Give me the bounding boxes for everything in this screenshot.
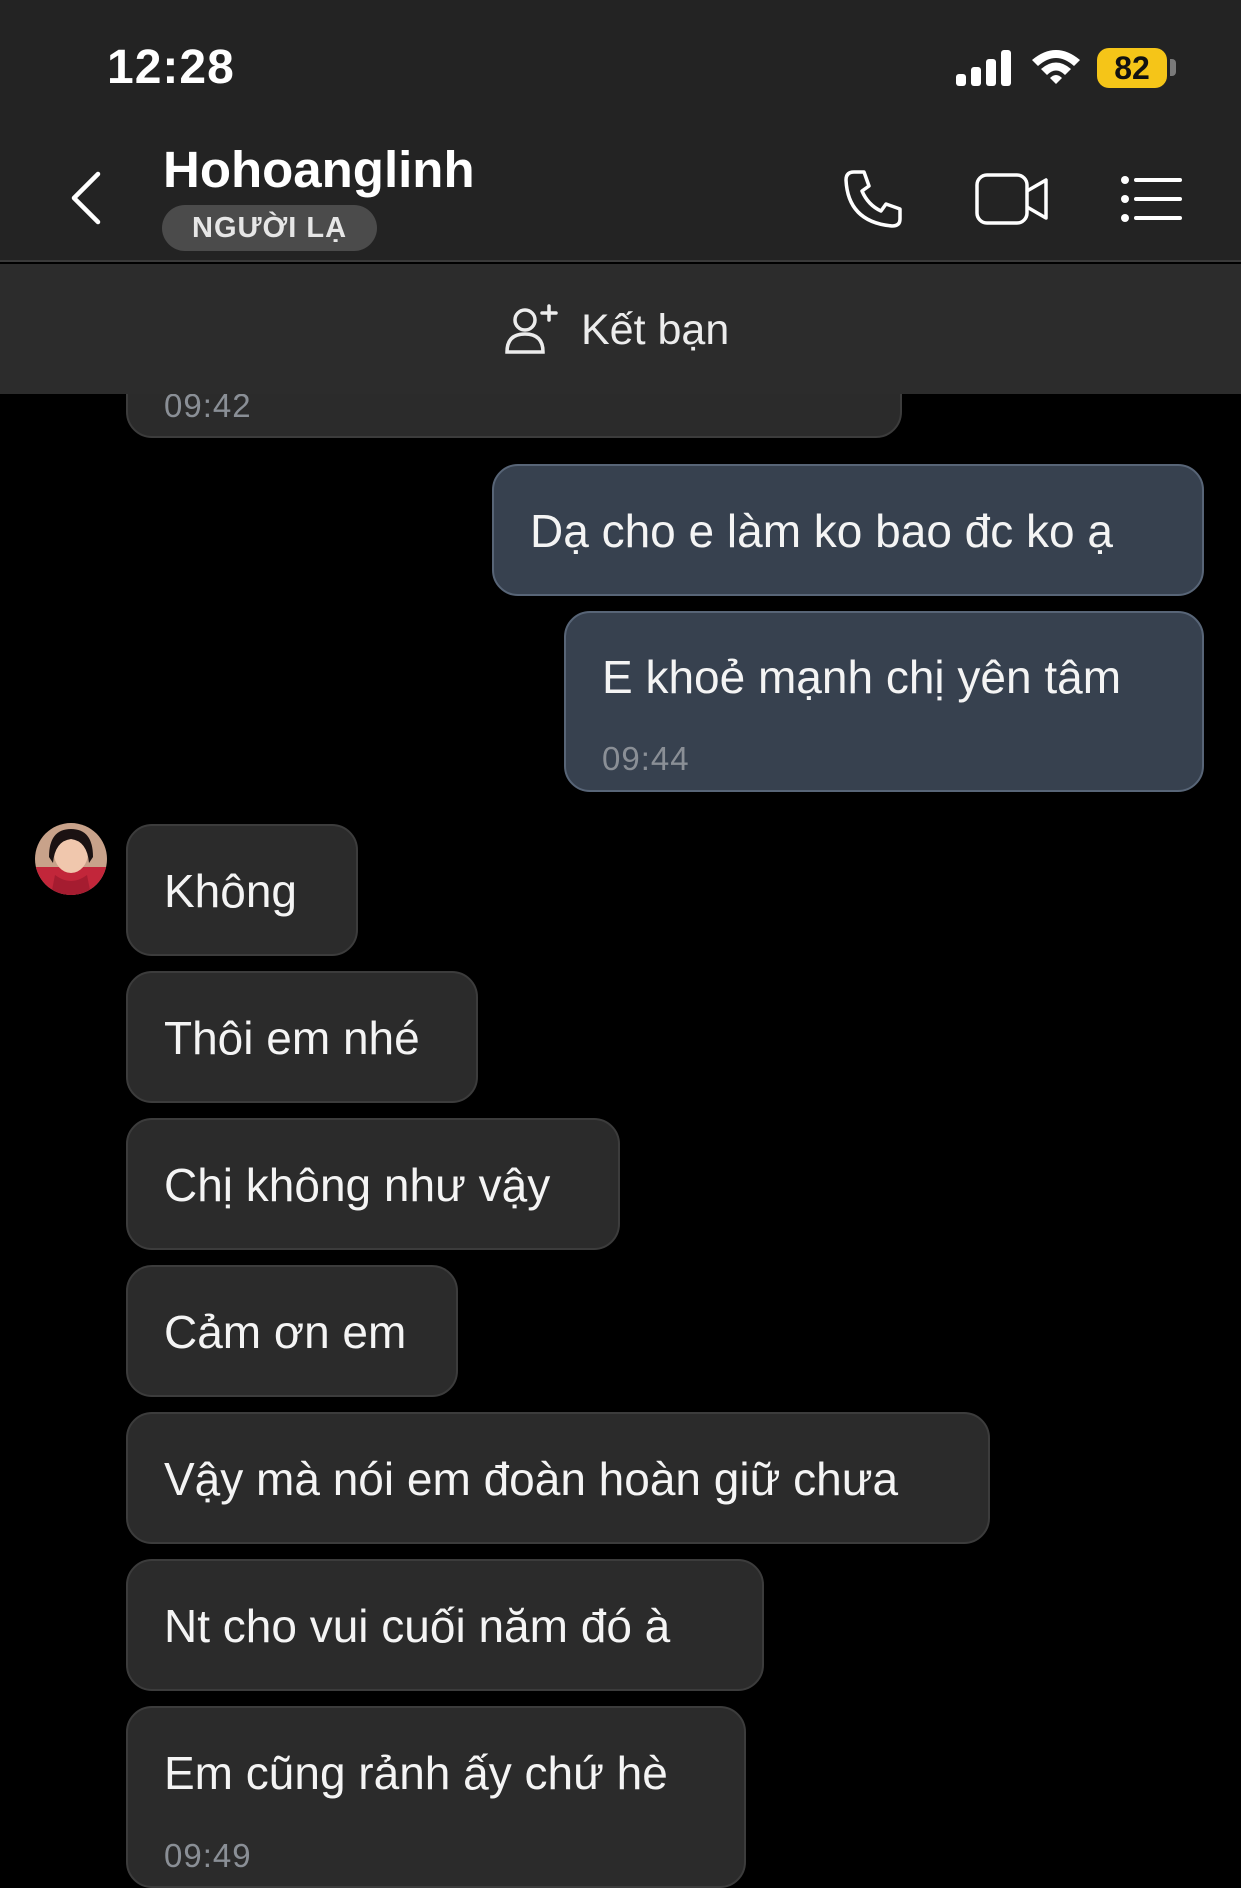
chat-header: 12:28 82 Hohoanglinh NGƯỜI LẠ <box>0 0 1241 262</box>
message-text: Thôi em nhé <box>164 1012 420 1064</box>
message-bubble-outgoing[interactable]: Dạ cho e làm ko bao đc ko ạ <box>492 464 1204 596</box>
message-bubble-incoming[interactable]: Vậy mà nói em đoàn hoàn giữ chưa <box>126 1412 990 1544</box>
message-text: Em cũng rảnh ấy chứ hè <box>164 1747 668 1799</box>
message-timestamp: 09:44 <box>602 740 690 777</box>
signal-icon <box>956 48 1012 86</box>
message-text: Vậy mà nói em đoàn hoàn giữ chưa <box>164 1453 899 1505</box>
message-bubble-incoming[interactable]: Cảm ơn em <box>126 1265 458 1397</box>
message-text: Chị không như vậy <box>164 1159 551 1211</box>
message-bubble-incoming[interactable]: Thôi em nhé <box>126 971 478 1103</box>
message-text: Dạ cho e làm ko bao đc ko ạ <box>530 505 1113 557</box>
add-friend-button[interactable]: Kết bạn <box>503 300 729 360</box>
stranger-badge: NGƯỜI LẠ <box>162 205 378 251</box>
message-bubble-incoming[interactable]: Chị không như vậy <box>126 1118 620 1250</box>
wifi-icon <box>1030 46 1082 86</box>
video-call-icon[interactable] <box>974 171 1050 227</box>
battery-cap <box>1170 59 1176 76</box>
message-bubble-incoming[interactable]: Không <box>126 824 358 956</box>
contact-name[interactable]: Hohoanglinh <box>163 140 475 199</box>
menu-list-icon[interactable] <box>1120 175 1182 223</box>
message-text: E khoẻ mạnh chị yên tâm <box>602 651 1122 703</box>
message-bubble-incoming[interactable]: Nt cho vui cuối năm đó à <box>126 1559 764 1691</box>
message-text: Không <box>164 865 298 917</box>
back-chevron-icon[interactable] <box>64 170 108 226</box>
message-bubble-outgoing[interactable]: E khoẻ mạnh chị yên tâm 09:44 <box>564 611 1204 792</box>
battery-indicator: 82 <box>1097 48 1167 88</box>
phone-icon[interactable] <box>842 168 904 230</box>
contact-avatar[interactable] <box>35 823 107 895</box>
message-bubble-incoming[interactable]: Em cũng rảnh ấy chứ hè 09:49 <box>126 1706 746 1888</box>
add-friend-icon <box>503 302 559 358</box>
status-time: 12:28 <box>107 41 235 94</box>
message-text: Nt cho vui cuối năm đó à <box>164 1600 671 1652</box>
add-friend-label: Kết bạn <box>581 305 730 354</box>
message-timestamp: 09:49 <box>164 1837 252 1874</box>
message-text: Cảm ơn em <box>164 1306 407 1358</box>
